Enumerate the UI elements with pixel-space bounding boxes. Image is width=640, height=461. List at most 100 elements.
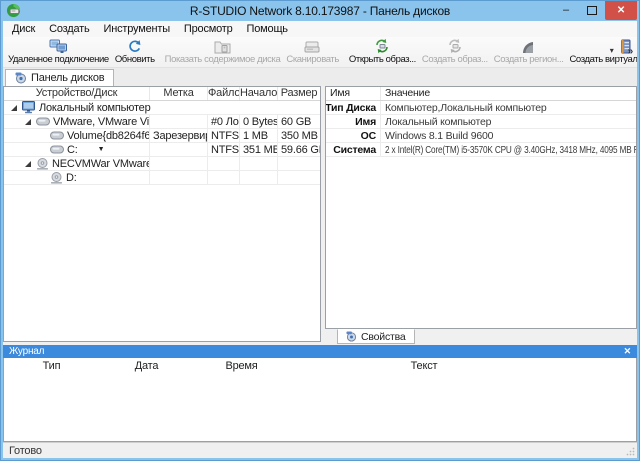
tree-row-cdrom-device[interactable]: NECVMWar VMware SAT... (4, 157, 320, 171)
property-row-system[interactable]: Система 2 x Intel(R) Core(TM) i5-3570K C… (326, 143, 636, 157)
create-region-button[interactable]: Создать регион... (491, 37, 567, 67)
property-row-disk-type[interactable]: Тип Диска Компьютер,Локальный компьютер (326, 101, 636, 115)
cell-size: 60 GB (278, 115, 320, 128)
client-area: Диск Создать Инструменты Просмотр Помощь… (3, 21, 637, 456)
toolbar-button-label: Обновить (115, 54, 155, 65)
toolbar-more-chevron[interactable]: » (628, 46, 633, 57)
create-image-icon (447, 38, 463, 54)
show-disk-content-button[interactable]: Показать содержимое диска (162, 37, 284, 67)
device-panel: Устройство/Диск Метка Файловая система Н… (3, 86, 321, 342)
column-header-start[interactable]: Начало (240, 87, 278, 100)
computer-icon (22, 101, 36, 114)
menu-disk[interactable]: Диск (5, 21, 42, 37)
column-header-text[interactable]: Текст (289, 360, 559, 372)
cell-size: 350 MB (278, 129, 320, 142)
column-header-label[interactable]: Метка (150, 87, 208, 100)
cell-start: 351 MB (240, 143, 278, 156)
cell-size (278, 157, 320, 170)
property-row-os[interactable]: ОС Windows 8.1 Build 9600 (326, 129, 636, 143)
tree-row-vmware-disk[interactable]: VMware, VMware Virtual... #0 Ло... 0 Byt… (4, 115, 320, 129)
menu-tools[interactable]: Инструменты (97, 21, 177, 37)
cell-start: 0 Bytes (240, 115, 278, 128)
resize-grip-icon[interactable] (626, 447, 635, 456)
log-close-icon[interactable]: ✕ (624, 346, 631, 357)
column-header-name[interactable]: Имя (326, 87, 381, 100)
cell-size (278, 171, 320, 184)
property-name: ОС (326, 129, 381, 142)
log-table: Тип Дата Время Текст (3, 358, 637, 442)
toolbar-button-label: Удаленное подключение (8, 54, 109, 65)
open-image-button[interactable]: Открыть образ... (346, 37, 419, 67)
create-image-button[interactable]: Создать образ... (419, 37, 491, 67)
hdd-icon (50, 145, 64, 154)
cell-filesystem: NTFS (208, 143, 240, 156)
cdrom-icon (50, 172, 63, 184)
column-header-time[interactable]: Время (194, 360, 289, 372)
tree-row-c-drive[interactable]: C: ▼ NTFS 351 MB 59.66 GB (4, 143, 320, 157)
window-title: R-STUDIO Network 8.10.173987 - Панель ди… (1, 4, 639, 18)
device-name: VMware, VMware Virtual... (53, 116, 149, 128)
expander-icon[interactable] (24, 118, 32, 126)
refresh-icon (127, 38, 143, 54)
remote-connection-icon (49, 38, 68, 54)
toolbar-overflow-arrow[interactable]: ▾ (610, 46, 614, 57)
cell-filesystem (208, 171, 240, 184)
toolbar-button-label: Создать образ... (422, 54, 488, 65)
property-row-name[interactable]: Имя Локальный компьютер (326, 115, 636, 129)
property-name: Система (326, 143, 381, 156)
cell-start (240, 157, 278, 170)
column-header-size[interactable]: Размер (278, 87, 320, 100)
device-name: C: (67, 144, 78, 156)
menu-create[interactable]: Создать (42, 21, 96, 37)
tab-strip: Панель дисков (3, 68, 637, 86)
titlebar: R-STUDIO Network 8.10.173987 - Панель ди… (1, 1, 639, 21)
drive-dropdown-caret[interactable]: ▼ (98, 146, 105, 153)
expander-icon[interactable] (10, 104, 18, 112)
column-header-value[interactable]: Значение (381, 87, 636, 100)
hdd-icon (36, 117, 50, 126)
minimize-button[interactable]: – (553, 1, 579, 19)
hdd-icon (50, 131, 64, 140)
property-value: 2 x Intel(R) Core(TM) i5-3570K CPU @ 3.4… (385, 144, 636, 156)
device-name: Локальный компьютер (39, 102, 151, 114)
remote-connection-button[interactable]: Удаленное подключение (5, 37, 112, 67)
property-value: Локальный компьютер (381, 116, 636, 128)
tab-properties[interactable]: Свойства (337, 329, 415, 344)
log-title: Журнал (9, 346, 44, 357)
maximize-icon (587, 6, 597, 15)
column-header-type[interactable]: Тип (4, 360, 99, 372)
property-name: Тип Диска (326, 101, 381, 114)
property-value: Windows 8.1 Build 9600 (381, 130, 636, 142)
show-disk-content-icon (214, 38, 231, 54)
menu-help[interactable]: Помощь (240, 21, 295, 37)
tree-row-volume[interactable]: Volume{db8264f6-32ж Зарезервиров... NTFS… (4, 129, 320, 143)
tree-row-d-drive[interactable]: D: (4, 171, 320, 185)
column-header-date[interactable]: Дата (99, 360, 194, 372)
column-header-device[interactable]: Устройство/Диск (4, 87, 150, 100)
cell-label (150, 115, 208, 128)
properties-tab-row: Свойства (325, 329, 637, 345)
log-header: Журнал ✕ (3, 345, 637, 358)
refresh-button[interactable]: Обновить (112, 37, 158, 67)
open-image-icon (374, 38, 390, 54)
cell-label (150, 171, 208, 184)
cell-size: 59.66 GB (278, 143, 320, 156)
properties-table-header: Имя Значение (326, 87, 636, 101)
maximize-button[interactable] (579, 1, 605, 19)
expander-icon[interactable] (24, 160, 32, 168)
column-header-filesystem[interactable]: Файловая система (208, 87, 240, 100)
device-table-header: Устройство/Диск Метка Файловая система Н… (4, 87, 320, 101)
toolbar-button-label: Открыть образ... (349, 54, 416, 65)
tree-row-local-computer[interactable]: Локальный компьютер (4, 101, 320, 115)
property-name: Имя (326, 115, 381, 128)
close-button[interactable]: ✕ (605, 1, 637, 20)
tab-drive-panel[interactable]: Панель дисков (5, 69, 114, 86)
properties-panel: Имя Значение Тип Диска Компьютер,Локальн… (325, 86, 637, 329)
create-region-icon (521, 38, 536, 54)
cell-filesystem (208, 157, 240, 170)
scan-button[interactable]: Сканировать (283, 37, 342, 67)
toolbar-button-label: Сканировать (286, 54, 339, 65)
app-window: R-STUDIO Network 8.10.173987 - Панель ди… (0, 0, 640, 461)
cell-label (150, 143, 208, 156)
menu-view[interactable]: Просмотр (177, 21, 240, 37)
